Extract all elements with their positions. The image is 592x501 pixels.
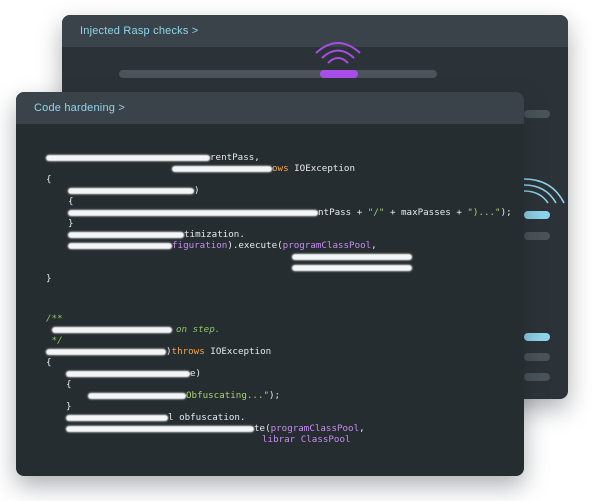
rasp-checks-title-text: Injected Rasp checks > [80, 25, 199, 37]
comment-line: on step. [46, 324, 220, 335]
progress-indicator [320, 70, 358, 78]
code-line: librar ClassPool [262, 434, 351, 445]
code-hardening-title[interactable]: Code hardening > [16, 92, 524, 124]
code-line: { [46, 174, 52, 185]
code-line: ) [46, 185, 200, 196]
code-line: figuration).execute(programClassPool, [46, 240, 377, 251]
code-line: ows IOException [46, 163, 355, 174]
code-line: e) [46, 368, 201, 379]
code-line [46, 262, 412, 273]
code-line: ntPass + "/" + maxPasses + ")..."); [46, 207, 512, 218]
comment-line: */ [46, 335, 63, 346]
code-line: } [68, 218, 74, 229]
progress-track [524, 353, 550, 361]
code-line: Obfuscating..."); [46, 390, 280, 401]
code-line: te(programClassPool, [46, 423, 365, 434]
code-line: )throws IOException [46, 346, 271, 357]
code-line: { [68, 196, 74, 207]
code-line: timization. [46, 229, 245, 240]
progress-indicator [524, 333, 550, 341]
progress-track [524, 373, 550, 381]
signal-icon [315, 42, 361, 64]
code-line: } [66, 401, 72, 412]
code-line: rentPass, [46, 152, 260, 163]
code-hardening-title-text: Code hardening > [34, 102, 125, 114]
comment-line: /** [46, 313, 63, 324]
progress-indicator [524, 211, 550, 219]
code-line [46, 251, 412, 262]
code-line: { [66, 379, 72, 390]
code-line: { [46, 357, 52, 368]
code-hardening-window: Code hardening > rentPass, ows IOExcepti… [16, 92, 524, 476]
progress-track [524, 110, 550, 118]
signal-icon [524, 178, 565, 204]
progress-track [524, 232, 550, 240]
code-line: l obfuscation. [46, 412, 245, 423]
progress-track [119, 70, 437, 78]
code-line: } [46, 273, 52, 284]
